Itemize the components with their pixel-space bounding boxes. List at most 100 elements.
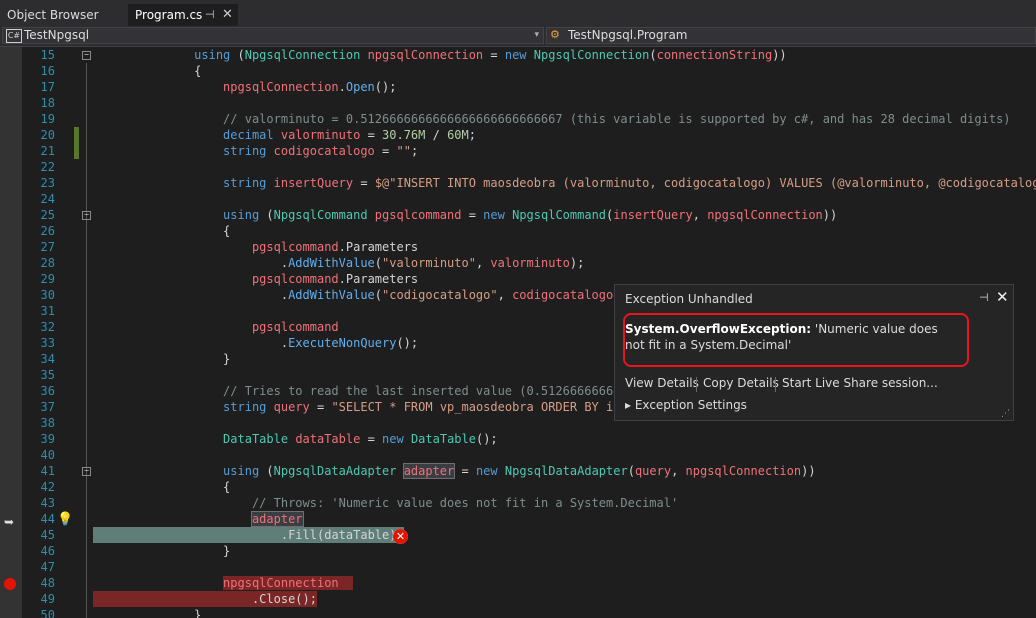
line-number: 50 xyxy=(40,608,55,618)
code-line: 24 xyxy=(0,191,1036,207)
code-text: // valorminuto = 0.512666666666666666666… xyxy=(223,112,1011,126)
line-number: 26 xyxy=(40,224,55,238)
code-editor[interactable]: 15 − using (NpgsqlConnection npgsqlConne… xyxy=(0,47,1036,618)
line-number: 38 xyxy=(40,416,55,430)
code-text: .ExecuteNonQuery(); xyxy=(93,336,419,350)
collapse-icon[interactable]: − xyxy=(82,211,91,220)
tab-object-browser[interactable]: Object Browser xyxy=(0,4,128,26)
pin-icon[interactable]: ⊣ xyxy=(979,291,989,304)
exception-settings-label: Exception Settings xyxy=(634,398,747,412)
line-number: 47 xyxy=(40,560,55,574)
code-text: .AddWithValue("codigocatalogo", codigoca… xyxy=(93,288,628,302)
code-line: 20 decimal valorminuto = 30.76M / 60M; xyxy=(0,127,1036,143)
line-number: 42 xyxy=(40,480,55,494)
project-name: TestNpgsql xyxy=(24,28,90,42)
code-text: decimal valorminuto = 30.76M / 60M; xyxy=(223,128,476,142)
code-text: { xyxy=(93,224,231,238)
line-number: 28 xyxy=(40,256,55,270)
code-line: 41 − using (NpgsqlDataAdapter adapter = … xyxy=(0,463,1036,479)
line-number: 32 xyxy=(40,320,55,334)
code-text: pgsqlcommand.Parameters xyxy=(251,272,419,286)
live-share-link[interactable]: Start Live Share session... xyxy=(782,376,938,390)
code-line: 16 { xyxy=(0,63,1036,79)
line-number: 17 xyxy=(40,80,55,94)
line-number: 16 xyxy=(40,64,55,78)
exception-title: Exception Unhandled xyxy=(625,292,753,306)
line-number: 31 xyxy=(40,304,55,318)
tab-program-label: Program.cs xyxy=(135,8,203,22)
lightbulb-icon[interactable]: 💡 xyxy=(57,512,73,527)
code-line: 17 npgsqlConnection.Open(); xyxy=(0,79,1036,95)
code-text: using (NpgsqlCommand pgsqlcommand = new … xyxy=(223,208,838,222)
member-dropdown[interactable]: ⚙ TestNpgsql.Program xyxy=(546,27,1036,44)
code-line: 21 string codigocatalogo = ""; xyxy=(0,143,1036,159)
code-text: .AddWithValue("valorminuto", valorminuto… xyxy=(93,256,585,270)
breakpoint-highlight: .Close(); xyxy=(93,591,317,607)
tab-program-cs[interactable]: Program.cs ⊣ ✕ xyxy=(128,4,238,26)
exception-settings-toggle[interactable]: ▸ Exception Settings xyxy=(625,398,747,412)
code-line: 47 xyxy=(0,559,1036,575)
code-line: 27 pgsqlcommand.Parameters xyxy=(0,239,1036,255)
line-number: 18 xyxy=(40,96,55,110)
line-number: 20 xyxy=(40,128,55,142)
code-line: 39 DataTable dataTable = new DataTable()… xyxy=(0,431,1036,447)
code-line-current: 44 adapter xyxy=(0,511,1036,527)
line-number: 36 xyxy=(40,384,55,398)
code-text: // Throws: 'Numeric value does not fit i… xyxy=(251,496,679,510)
code-text: { xyxy=(93,480,231,494)
close-icon[interactable]: ✕ xyxy=(996,288,1009,306)
tab-object-browser-label: Object Browser xyxy=(7,8,99,22)
line-number: 23 xyxy=(40,176,55,190)
annotation-red-outline xyxy=(623,313,969,367)
project-dropdown[interactable]: C# TestNpgsql ▾ xyxy=(2,27,544,44)
current-statement-arrow-icon: ➥ xyxy=(4,515,15,529)
line-number: 27 xyxy=(40,240,55,254)
navigation-bar: C# TestNpgsql ▾ ⚙ TestNpgsql.Program xyxy=(0,26,1036,47)
line-number: 24 xyxy=(40,192,55,206)
code-text: pgsqlcommand xyxy=(251,320,339,334)
collapse-icon[interactable]: − xyxy=(82,51,91,60)
collapse-icon[interactable]: − xyxy=(82,467,91,476)
code-line: 15 − using (NpgsqlConnection npgsqlConne… xyxy=(0,47,1036,63)
code-line: 50 } xyxy=(0,607,1036,618)
line-number: 25 xyxy=(40,208,55,222)
line-number: 46 xyxy=(40,544,55,558)
breakpoint-icon[interactable] xyxy=(4,578,16,590)
pin-tab-icon[interactable]: ⊣ xyxy=(205,4,215,26)
copy-details-link[interactable]: Copy Details xyxy=(703,376,779,390)
code-text: } xyxy=(93,352,231,366)
csharp-project-icon: C# xyxy=(6,29,22,43)
code-text: npgsqlConnection xyxy=(93,575,354,591)
view-details-link[interactable]: View Details xyxy=(625,376,699,390)
line-number: 30 xyxy=(40,288,55,302)
code-line: 23 string insertQuery = $@"INSERT INTO m… xyxy=(0,175,1036,191)
code-text: string insertQuery = $@"INSERT INTO maos… xyxy=(223,176,1036,190)
line-number: 35 xyxy=(40,368,55,382)
code-line: 25 − using (NpgsqlCommand pgsqlcommand =… xyxy=(0,207,1036,223)
line-number: 22 xyxy=(40,160,55,174)
close-tab-icon[interactable]: ✕ xyxy=(222,4,233,26)
exception-helper-popup: Exception Unhandled ⊣ ✕ System.OverflowE… xyxy=(614,284,1014,421)
code-line-breakpoint: 49 .Close(); xyxy=(0,591,1036,607)
error-icon: ✕ xyxy=(393,529,408,544)
line-number: 39 xyxy=(40,432,55,446)
code-text: pgsqlcommand.Parameters xyxy=(251,240,419,254)
line-number: 34 xyxy=(40,352,55,366)
code-text: } xyxy=(93,608,202,618)
code-line: 42 { xyxy=(0,479,1036,495)
code-line: 19 // valorminuto = 0.512666666666666666… xyxy=(0,111,1036,127)
line-number: 33 xyxy=(40,336,55,350)
code-text: } xyxy=(93,544,231,558)
line-number: 21 xyxy=(40,144,55,158)
line-number: 43 xyxy=(40,496,55,510)
line-number: 41 xyxy=(40,464,55,478)
code-line: 40 xyxy=(0,447,1036,463)
code-line: 26 { xyxy=(0,223,1036,239)
line-number: 40 xyxy=(40,448,55,462)
code-text: npgsqlConnection.Open(); xyxy=(223,80,397,94)
expand-arrow-icon: ▸ xyxy=(625,398,635,412)
code-line-current: 45 .Fill(dataTable); xyxy=(0,527,1036,543)
resize-grip-icon[interactable]: ⋰ xyxy=(1001,409,1010,419)
member-name: TestNpgsql.Program xyxy=(568,28,688,42)
code-line-breakpoint: 48 npgsqlConnection xyxy=(0,575,1036,591)
